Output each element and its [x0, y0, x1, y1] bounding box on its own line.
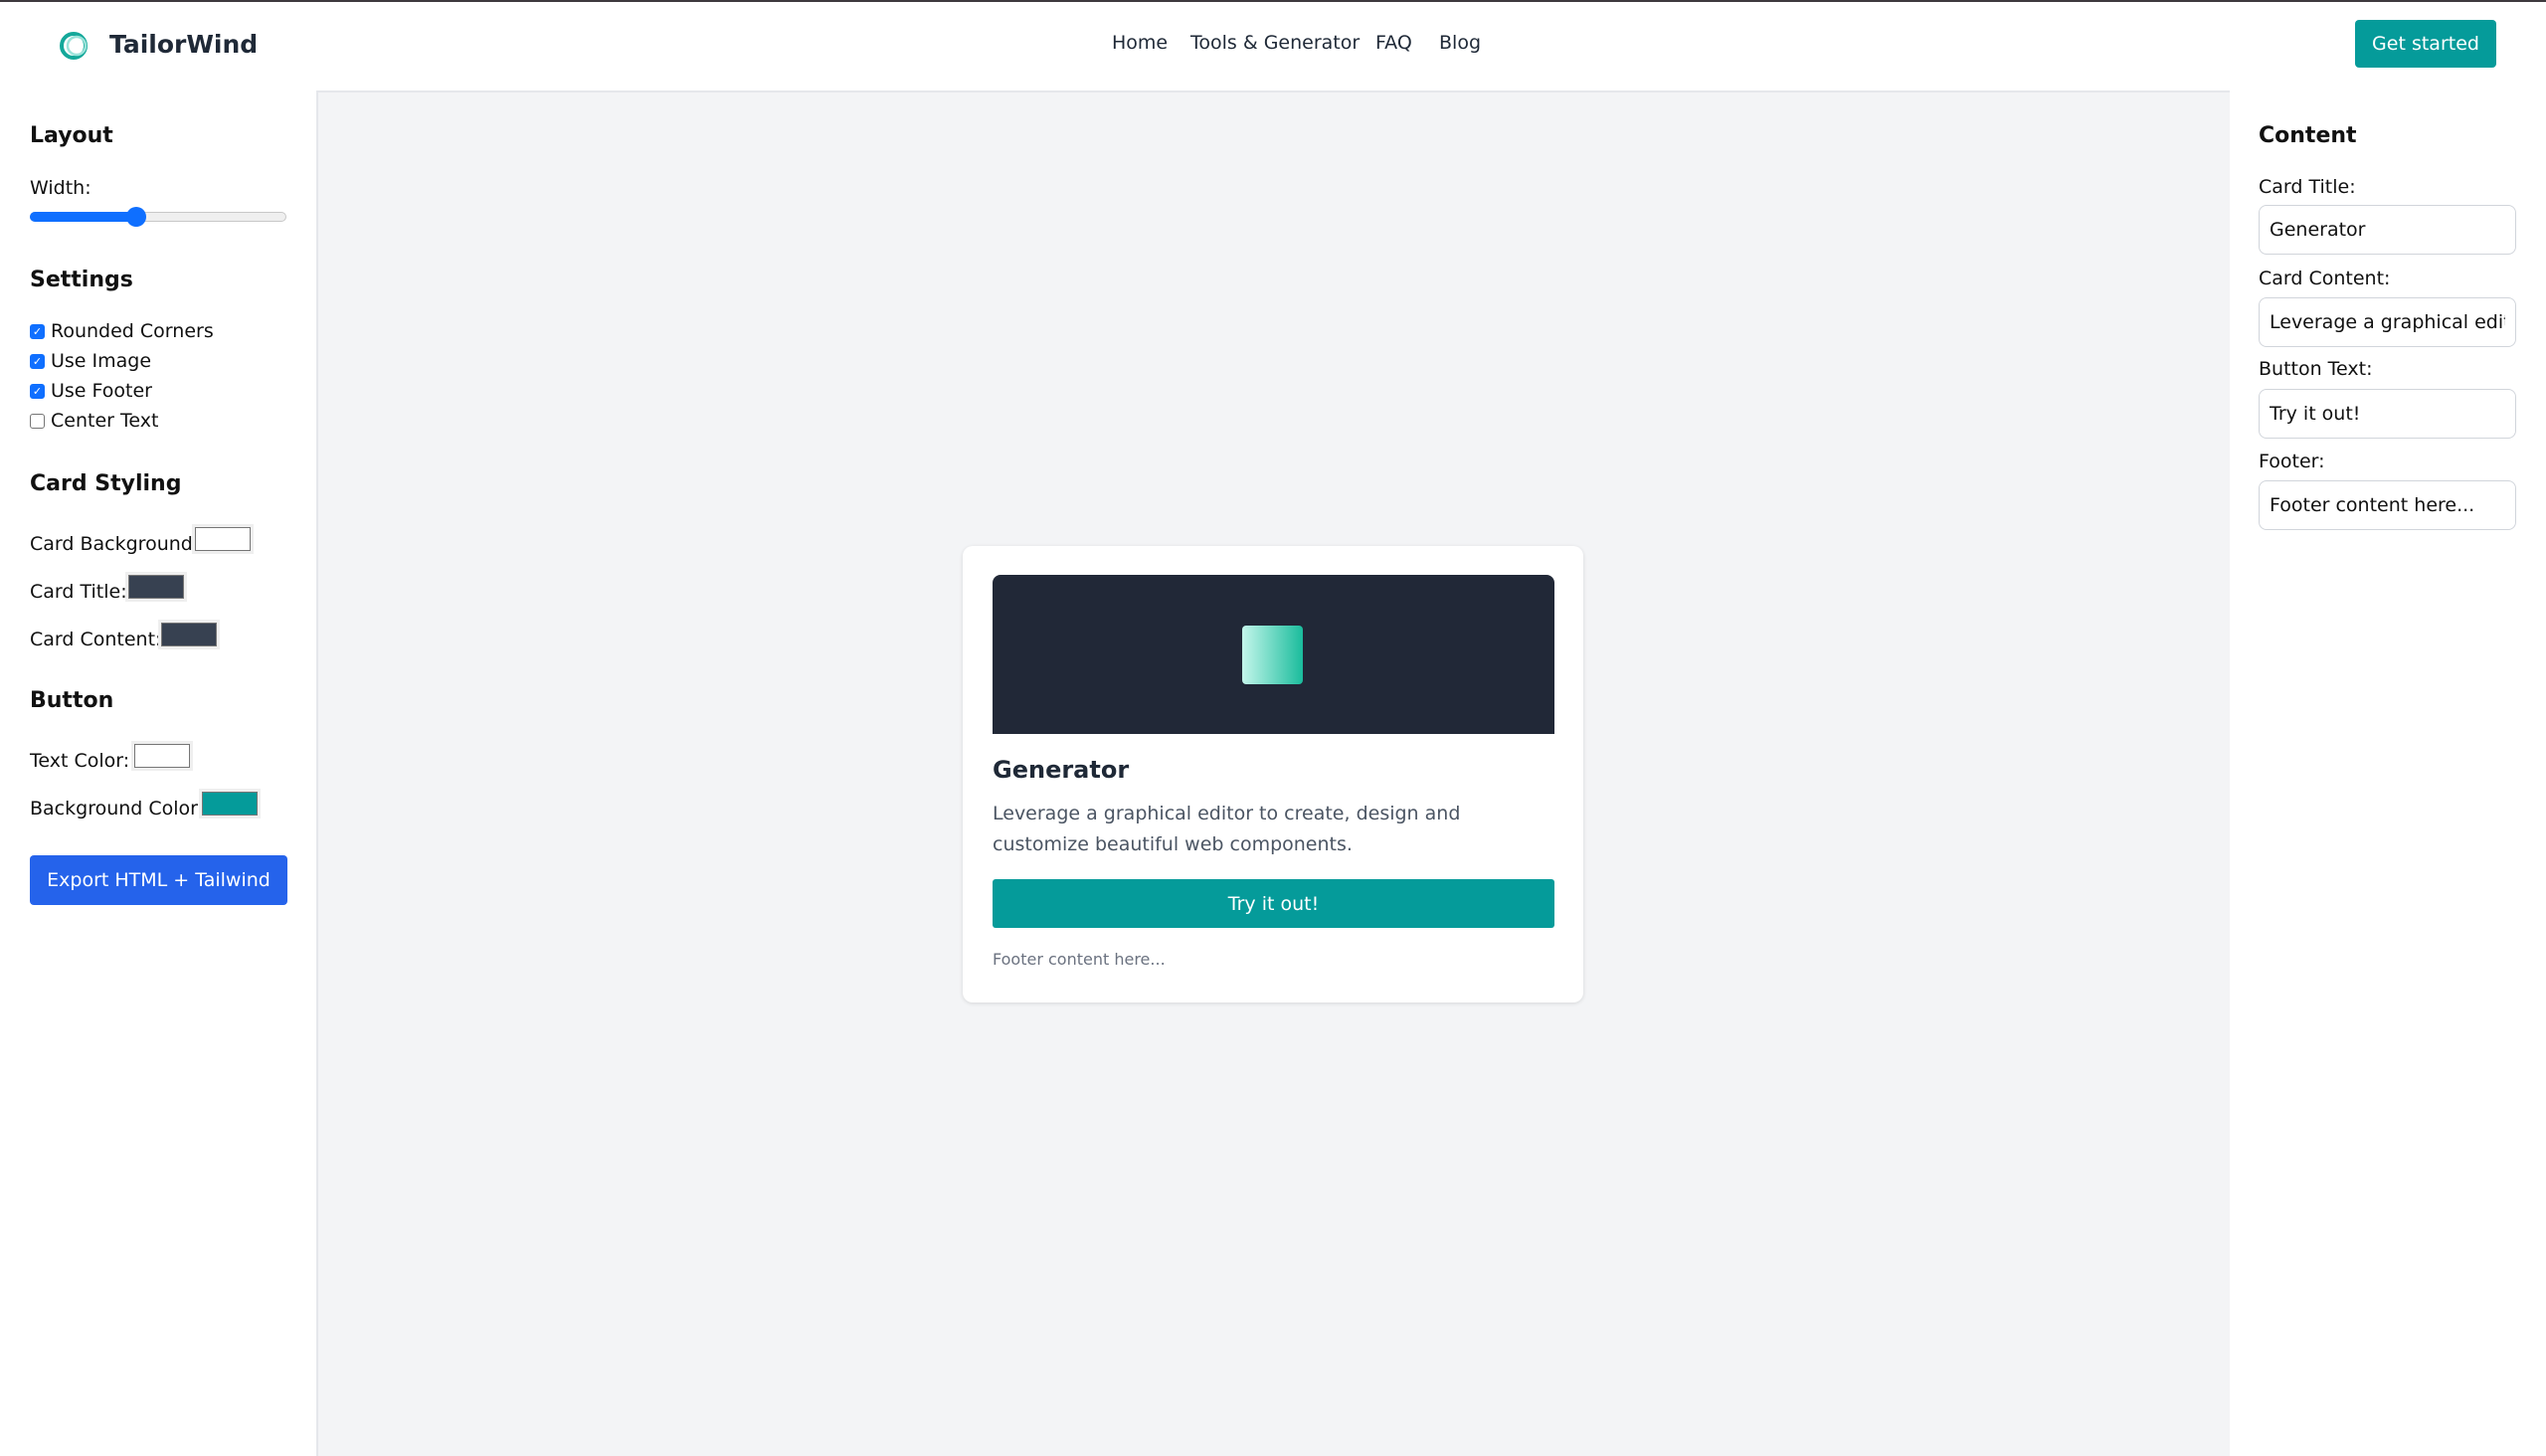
logo-icon[interactable]	[58, 30, 91, 62]
card-footer: Footer content here...	[993, 950, 1166, 969]
footer-input[interactable]	[2259, 480, 2516, 530]
card-title: Generator	[993, 756, 1130, 784]
card-content-input[interactable]	[2259, 297, 2516, 347]
use-footer-checkbox[interactable]: ✓	[30, 384, 45, 399]
card-content-field-label: Card Content:	[2259, 268, 2391, 289]
footer-field-label: Footer:	[2259, 451, 2325, 472]
brand-name[interactable]: TailorWind	[109, 30, 258, 59]
nav-faq[interactable]: FAQ	[1375, 32, 1412, 54]
text-color-label: Text Color:	[30, 750, 130, 772]
card-content: Leverage a graphical editor to create, d…	[993, 803, 1461, 855]
content-heading: Content	[2259, 123, 2357, 148]
button-text-field-label: Button Text:	[2259, 358, 2373, 380]
button-text-color-picker[interactable]	[131, 741, 193, 771]
card-styling-heading: Card Styling	[30, 471, 182, 496]
use-footer-label: Use Footer	[51, 380, 152, 402]
card-title-field-label: Card Title:	[2259, 176, 2356, 198]
nav-tools-generator[interactable]: Tools & Generator	[1190, 32, 1360, 54]
card-content-color-label: Card Content:	[30, 629, 162, 650]
use-image-label: Use Image	[51, 350, 152, 372]
rounded-corners-checkbox[interactable]: ✓	[30, 324, 45, 339]
button-text-input[interactable]	[2259, 389, 2516, 439]
card-background-color-picker[interactable]	[192, 524, 254, 554]
button-heading: Button	[30, 688, 114, 713]
card-title-input[interactable]	[2259, 205, 2516, 255]
card-button[interactable]: Try it out!	[993, 879, 1554, 928]
card-background-label: Card Background:	[30, 533, 200, 555]
card-content-color-picker[interactable]	[158, 620, 220, 649]
center-text-label: Center Text	[51, 410, 159, 432]
nav-home[interactable]: Home	[1112, 32, 1168, 54]
settings-heading: Settings	[30, 268, 133, 292]
width-slider-fill	[30, 212, 137, 222]
nav-blog[interactable]: Blog	[1439, 32, 1481, 54]
layout-heading: Layout	[30, 123, 113, 148]
rounded-corners-label: Rounded Corners	[51, 320, 214, 342]
button-background-color-picker[interactable]	[199, 789, 261, 819]
background-color-label: Background Color:	[30, 798, 205, 819]
card-title-color-picker[interactable]	[125, 572, 187, 602]
card-title-color-label: Card Title:	[30, 581, 127, 603]
width-label: Width:	[30, 177, 91, 199]
get-started-button[interactable]: Get started	[2355, 20, 2496, 68]
card-image-gradient-square	[1242, 626, 1303, 684]
use-image-checkbox[interactable]: ✓	[30, 354, 45, 369]
center-text-checkbox[interactable]	[30, 414, 45, 429]
export-button[interactable]: Export HTML + Tailwind	[30, 855, 287, 905]
width-slider-thumb[interactable]	[126, 207, 146, 227]
